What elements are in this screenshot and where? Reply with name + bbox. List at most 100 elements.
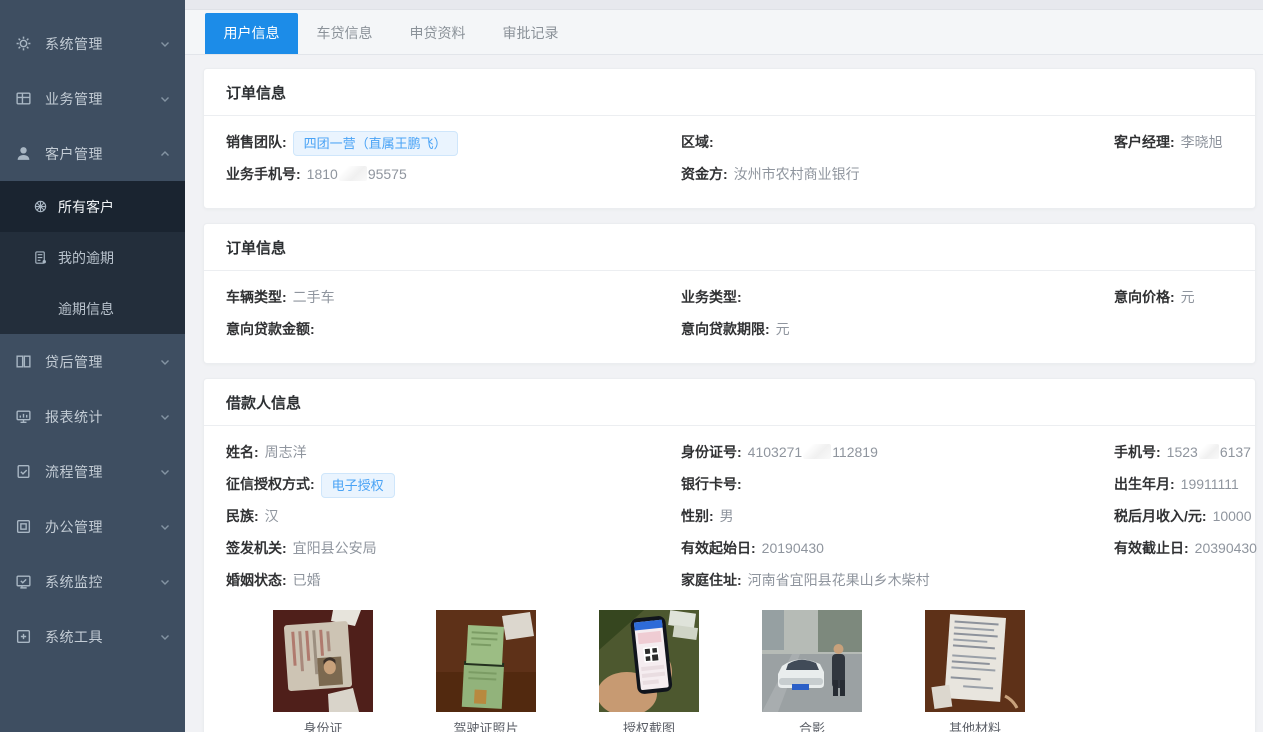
field-intent-price: 意向价格:元 [1114, 281, 1233, 313]
sidebar-item-system-tools[interactable]: 系统工具 [0, 609, 185, 664]
nested-square-icon [15, 518, 32, 535]
monitor-check-icon [15, 573, 32, 590]
photo-handwritten-document[interactable]: 其他材料 [925, 610, 1025, 732]
chevron-down-icon [159, 576, 171, 588]
field-mobile: 手机号:15236137 [1114, 436, 1251, 468]
box-plus-icon [15, 628, 32, 645]
sidebar-item-label: 办公管理 [45, 517, 159, 537]
photo-caption: 其他材料 [925, 718, 1025, 732]
tab-approval-records[interactable]: 审批记录 [484, 13, 577, 54]
sidebar-item-business-mgmt[interactable]: 业务管理 [0, 71, 185, 126]
field-id-number: 身份证号:4103271112819 [681, 436, 1114, 468]
chevron-down-icon [159, 356, 171, 368]
field-credit-auth: 征信授权方式:电子授权 [226, 468, 681, 500]
customers-wheel-icon [33, 199, 48, 214]
field-gender: 性别:男 [681, 500, 1114, 532]
photo-caption: 驾驶证照片 [436, 718, 536, 732]
sidebar-item-label: 流程管理 [45, 462, 159, 482]
redaction-blur [803, 444, 831, 459]
auth-screenshot-photo-image [599, 610, 699, 712]
sidebar-item-label: 客户管理 [45, 144, 159, 164]
sidebar-item-label: 业务管理 [45, 89, 159, 109]
field-intent-loan-amount: 意向贷款金额: [226, 313, 681, 345]
field-business-type: 业务类型: [681, 281, 1114, 313]
chevron-down-icon [159, 521, 171, 533]
sidebar-item-workflow-mgmt[interactable]: 流程管理 [0, 444, 185, 499]
field-sales-team: 销售团队:四团一营（直属王鹏飞） [226, 126, 681, 158]
sidebar-item-label: 系统管理 [45, 34, 159, 54]
redaction-blur [339, 166, 367, 181]
sidebar-item-overdue-info[interactable]: 逾期信息 [0, 283, 185, 334]
field-bank-card: 银行卡号: [681, 468, 1114, 500]
field-account-manager: 客户经理:李晓旭 [1114, 126, 1233, 158]
sidebar-item-report-stats[interactable]: 报表统计 [0, 389, 185, 444]
order-info-card-2: 订单信息 车辆类型:二手车 业务类型: 意向价格:元 [203, 223, 1256, 364]
top-strip [185, 0, 1263, 10]
chevron-down-icon [159, 38, 171, 50]
chevron-up-icon [159, 148, 171, 160]
sidebar-item-office-mgmt[interactable]: 办公管理 [0, 499, 185, 554]
sidebar-item-system-monitor[interactable]: 系统监控 [0, 554, 185, 609]
main-content: 用户信息 车贷信息 申贷资料 审批记录 订单信息 销售团队:四团一营（直属王鹏飞… [185, 0, 1263, 732]
field-issuing-authority: 签发机关:宜阳县公安局 [226, 532, 681, 564]
field-ethnicity: 民族:汉 [226, 500, 681, 532]
field-funder: 资金方:汝州市农村商业银行 [681, 158, 1114, 190]
open-book-icon [15, 353, 32, 370]
field-business-phone: 业务手机号:181095575 [226, 158, 681, 190]
sidebar: 系统管理 业务管理 客户管理 所有客户 [0, 0, 185, 732]
sidebar-item-label: 所有客户 [58, 197, 114, 217]
chevron-down-icon [159, 411, 171, 423]
table-grid-icon [15, 90, 32, 107]
sidebar-item-label: 系统工具 [45, 627, 159, 647]
app-window: 系统管理 业务管理 客户管理 所有客户 [0, 0, 1263, 732]
photo-caption: 授权截图 [599, 718, 699, 732]
monitor-chart-icon [15, 408, 32, 425]
drivers-license-photo-image [436, 610, 536, 712]
field-valid-to: 有效截止日:20390430 [1114, 532, 1257, 564]
credit-auth-tag: 电子授权 [321, 473, 395, 498]
field-intent-loan-term: 意向贷款期限:元 [681, 313, 1114, 345]
sidebar-item-label: 报表统计 [45, 407, 159, 427]
chevron-down-icon [159, 466, 171, 478]
field-valid-from: 有效起始日:20190430 [681, 532, 1114, 564]
sidebar-item-system-mgmt[interactable]: 系统管理 [0, 16, 185, 71]
photo-auth-screenshot[interactable]: 授权截图 [599, 610, 699, 732]
card-title: 订单信息 [204, 224, 1255, 271]
chevron-down-icon [159, 93, 171, 105]
field-name: 姓名:周志洋 [226, 436, 681, 468]
tab-car-loan-info[interactable]: 车贷信息 [298, 13, 391, 54]
photo-caption: 合影 [762, 718, 862, 732]
field-birth: 出生年月:19911111 [1114, 468, 1239, 500]
field-address: 家庭住址:河南省宜阳县花果山乡木柴村 [681, 564, 1114, 596]
sidebar-item-label: 我的逾期 [58, 248, 114, 268]
id-card-photo-image [273, 610, 373, 712]
person-with-car-photo-image [762, 610, 862, 712]
sidebar-item-customer-mgmt[interactable]: 客户管理 [0, 126, 185, 181]
borrower-info-card: 借款人信息 姓名:周志洋 身份证号:4103271112819 手机号:1523… [203, 378, 1256, 732]
redaction-blur [1199, 444, 1219, 459]
sidebar-item-all-customers[interactable]: 所有客户 [0, 181, 185, 232]
photo-person-with-car[interactable]: 合影 [762, 610, 862, 732]
field-marital: 婚姻状态:已婚 [226, 564, 681, 596]
photo-thumbnails: 身份证 [273, 610, 1233, 732]
overdue-document-icon [33, 250, 48, 265]
card-title: 借款人信息 [204, 379, 1255, 426]
sidebar-item-postloan-mgmt[interactable]: 贷后管理 [0, 334, 185, 389]
photo-drivers-license[interactable]: 驾驶证照片 [436, 610, 536, 732]
tab-loan-application-docs[interactable]: 申贷资料 [391, 13, 484, 54]
gear-icon [15, 35, 32, 52]
sidebar-item-my-overdue[interactable]: 我的逾期 [0, 232, 185, 283]
sidebar-item-label: 贷后管理 [45, 352, 159, 372]
sales-team-tag: 四团一营（直属王鹏飞） [293, 131, 458, 156]
clipboard-check-icon [15, 463, 32, 480]
field-region: 区域: [681, 126, 1114, 158]
field-vehicle-type: 车辆类型:二手车 [226, 281, 681, 313]
photo-id-card[interactable]: 身份证 [273, 610, 373, 732]
user-icon [15, 145, 32, 162]
order-info-card-1: 订单信息 销售团队:四团一营（直属王鹏飞） 区域: 客户经理:李晓旭 [203, 68, 1256, 209]
tab-user-info[interactable]: 用户信息 [205, 13, 298, 54]
sidebar-item-label: 系统监控 [45, 572, 159, 592]
chevron-down-icon [159, 631, 171, 643]
card-title: 订单信息 [204, 69, 1255, 116]
tab-panel-user-info: 订单信息 销售团队:四团一营（直属王鹏飞） 区域: 客户经理:李晓旭 [185, 55, 1263, 732]
